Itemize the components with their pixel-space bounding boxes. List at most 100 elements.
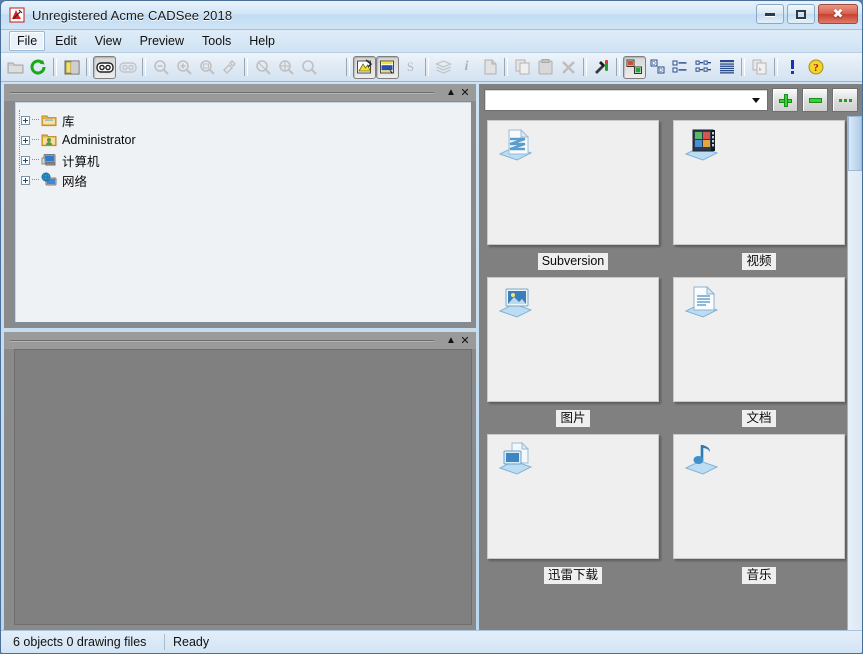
expand-plus-icon[interactable] — [21, 135, 30, 145]
thumbnail-image[interactable] — [487, 277, 659, 402]
snap-label: S — [406, 59, 415, 74]
thumbnail-label: 文档 — [742, 410, 776, 427]
folder-tree-collapse-button[interactable]: ▲ — [444, 86, 458, 100]
folder-tree-view[interactable]: 库 Administrator 计算机 网络 — [14, 101, 472, 323]
path-combo-box[interactable] — [484, 89, 768, 111]
preview-close-button[interactable]: ✕ — [458, 334, 472, 348]
maximize-button[interactable] — [787, 4, 815, 24]
tree-item-administrator[interactable]: Administrator — [21, 130, 471, 150]
documents-icon — [682, 284, 722, 322]
alert-icon[interactable] — [781, 56, 804, 79]
info-icon[interactable]: i — [455, 56, 478, 79]
pictures-icon — [496, 284, 536, 322]
thumbnail-image[interactable] — [673, 120, 845, 245]
video-icon — [682, 127, 722, 165]
thumbnail-view-icon[interactable] — [376, 55, 399, 79]
tree-item-computer[interactable]: 计算机 — [21, 150, 471, 170]
help-question-icon[interactable]: ? — [804, 56, 827, 79]
computer-icon — [41, 152, 57, 168]
ellipsis-icon — [838, 98, 852, 102]
thumbnail-label: 视频 — [742, 253, 776, 270]
view-tiles-icon[interactable]: DD — [646, 56, 669, 79]
snap-icon[interactable]: S — [399, 56, 422, 79]
toolbar-separator — [774, 58, 778, 76]
left-column: ▲ ✕ 库 Administrator 计算机 网络 ▲ ✕ — [4, 84, 476, 630]
folder-tree-close-button[interactable]: ✕ — [458, 86, 472, 100]
expand-plus-icon[interactable] — [21, 115, 30, 125]
thumbnail-scrollbar[interactable] — [847, 116, 862, 630]
thumbnail-grid: Subversion 视频 图片 文档 迅雷下载 音乐 — [479, 116, 847, 630]
main-toolbar: S i DD ? — [1, 53, 862, 82]
preview-area[interactable] — [14, 349, 472, 625]
open-folder-icon[interactable] — [4, 56, 27, 79]
scrollbar-thumb[interactable] — [848, 116, 862, 171]
toolbar-separator — [244, 58, 248, 76]
page-setup-icon[interactable] — [478, 56, 501, 79]
layers-icon[interactable] — [432, 56, 455, 79]
tools-hammer-icon[interactable] — [590, 56, 613, 79]
view-thumbnails-icon[interactable] — [623, 55, 646, 79]
chevron-down-icon[interactable] — [752, 97, 760, 103]
toolbar-separator — [53, 58, 57, 76]
pan-icon[interactable] — [218, 56, 241, 79]
tree-item-network[interactable]: 网络 — [21, 170, 471, 190]
status-ready-text: Ready — [173, 635, 210, 649]
thumbnail-item[interactable]: Subversion — [487, 120, 659, 277]
minimize-button[interactable] — [756, 4, 784, 24]
compare-two-icon[interactable] — [93, 55, 116, 79]
minus-icon — [808, 97, 822, 103]
remove-filter-button[interactable] — [802, 88, 828, 112]
quick-view-icon[interactable] — [353, 55, 376, 79]
copy-icon[interactable] — [511, 56, 534, 79]
filter-bar — [479, 84, 862, 116]
thumbnail-area: Subversion 视频 图片 文档 迅雷下载 音乐 — [479, 116, 862, 630]
menu-item-edit[interactable]: Edit — [47, 31, 85, 51]
thumbnail-item[interactable]: 视频 — [673, 120, 845, 277]
thumbnail-image[interactable] — [673, 434, 845, 559]
properties-panel-icon[interactable] — [60, 56, 83, 79]
preview-collapse-button[interactable]: ▲ — [444, 334, 458, 348]
zoom-previous-icon[interactable] — [297, 56, 320, 79]
menu-item-file[interactable]: File — [9, 31, 46, 51]
menu-item-help[interactable]: Help — [241, 31, 283, 51]
zoom-in-icon[interactable] — [172, 56, 195, 79]
batch-convert-icon[interactable] — [748, 56, 771, 79]
thumbnail-image[interactable] — [487, 434, 659, 559]
library-folder-icon — [41, 112, 57, 128]
add-filter-button[interactable] — [772, 88, 798, 112]
tree-item-library[interactable]: 库 — [21, 110, 471, 130]
delete-icon[interactable] — [557, 56, 580, 79]
panel-grip — [10, 92, 434, 93]
zoom-window-icon[interactable] — [195, 56, 218, 79]
thumbnail-item[interactable]: 文档 — [673, 277, 845, 434]
view-details-icon[interactable] — [715, 56, 738, 79]
more-options-button[interactable] — [832, 88, 858, 112]
zoom-extents-icon[interactable] — [251, 56, 274, 79]
zoom-out-icon[interactable] — [149, 56, 172, 79]
thumbnail-image[interactable] — [673, 277, 845, 402]
zoom-fit-icon[interactable] — [274, 56, 297, 79]
menu-item-view[interactable]: View — [87, 31, 130, 51]
expand-plus-icon[interactable] — [21, 155, 30, 165]
expand-plus-icon[interactable] — [21, 175, 30, 185]
toolbar-separator — [142, 58, 146, 76]
zoom-actual-size-icon[interactable] — [320, 56, 343, 79]
refresh-icon[interactable] — [27, 56, 50, 79]
view-list-icon[interactable] — [692, 56, 715, 79]
thumbnail-label: Subversion — [537, 253, 609, 270]
app-window: Unregistered Acme CADSee 2018 ✖ File Edi… — [0, 0, 863, 654]
title-bar: Unregistered Acme CADSee 2018 ✖ — [1, 1, 862, 30]
paste-icon[interactable] — [534, 56, 557, 79]
menu-item-tools[interactable]: Tools — [194, 31, 239, 51]
thumbnail-item[interactable]: 图片 — [487, 277, 659, 434]
thumbnail-image[interactable] — [487, 120, 659, 245]
right-column: Subversion 视频 图片 文档 迅雷下载 音乐 — [476, 84, 862, 630]
menu-bar: File Edit View Preview Tools Help — [1, 30, 862, 53]
thumbnail-item[interactable]: 迅雷下载 — [487, 434, 659, 591]
compare-two-alt-icon[interactable] — [116, 56, 139, 79]
close-button[interactable]: ✖ — [818, 4, 858, 24]
menu-item-preview[interactable]: Preview — [132, 31, 192, 51]
thumbnail-item[interactable]: 音乐 — [673, 434, 845, 591]
view-icons-icon[interactable] — [669, 56, 692, 79]
tree-dash — [32, 119, 39, 121]
